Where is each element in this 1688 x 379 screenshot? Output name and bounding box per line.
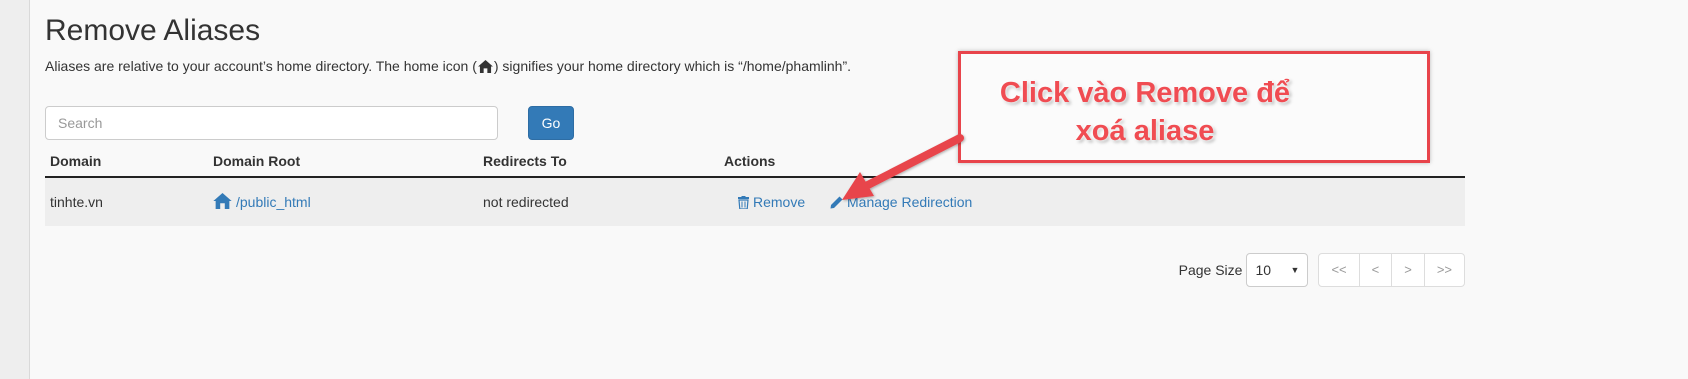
description-text-before: Aliases are relative to your account’s h… — [45, 58, 477, 74]
row-domain: tinhte.vn — [50, 194, 103, 210]
caret-down-icon: ▼ — [1290, 265, 1300, 275]
page-title: Remove Aliases — [45, 14, 261, 47]
search-input[interactable] — [45, 106, 498, 140]
row-redirects-to: not redirected — [483, 194, 569, 210]
page-size-select[interactable]: 10 ▼ — [1246, 253, 1309, 287]
first-page-button[interactable]: << — [1319, 254, 1358, 286]
home-icon — [477, 58, 493, 78]
page-size-label: Page Size — [1178, 262, 1243, 278]
header-actions: Actions — [724, 153, 776, 169]
remove-button[interactable]: Remove — [738, 178, 805, 228]
header-domain[interactable]: Domain — [50, 146, 101, 176]
left-rail — [0, 0, 30, 379]
last-page-button[interactable]: >> — [1423, 254, 1464, 286]
header-domain-root[interactable]: Domain Root — [213, 146, 300, 176]
row-domain-root[interactable]: /public_html — [213, 178, 311, 228]
domain-root-link[interactable]: /public_html — [236, 194, 311, 210]
next-page-button[interactable]: > — [1391, 254, 1424, 286]
remove-link[interactable]: Remove — [753, 194, 805, 210]
header-redirects-to[interactable]: Redirects To — [483, 146, 567, 176]
description-text-after: ) signifies your home directory which is… — [493, 58, 852, 74]
table-row: tinhte.vn /public_html not redirected Re… — [45, 178, 1465, 226]
go-button[interactable]: Go — [528, 106, 574, 140]
pagination: Page Size 10 ▼ << < > >> — [1179, 253, 1465, 287]
page-buttons: << < > >> — [1318, 253, 1465, 287]
page-size-value: 10 — [1255, 262, 1272, 278]
annotation-text: Click vào Remove để xoá aliase — [975, 74, 1315, 150]
annotation-line-2: xoá aliase — [1075, 115, 1215, 147]
home-icon — [213, 180, 232, 228]
page-description: Aliases are relative to your account’s h… — [45, 56, 851, 78]
annotation-arrow-icon — [842, 134, 964, 200]
trash-icon — [738, 180, 749, 228]
annotation-line-1: Click vào Remove để — [999, 77, 1291, 109]
prev-page-button[interactable]: < — [1358, 254, 1392, 286]
